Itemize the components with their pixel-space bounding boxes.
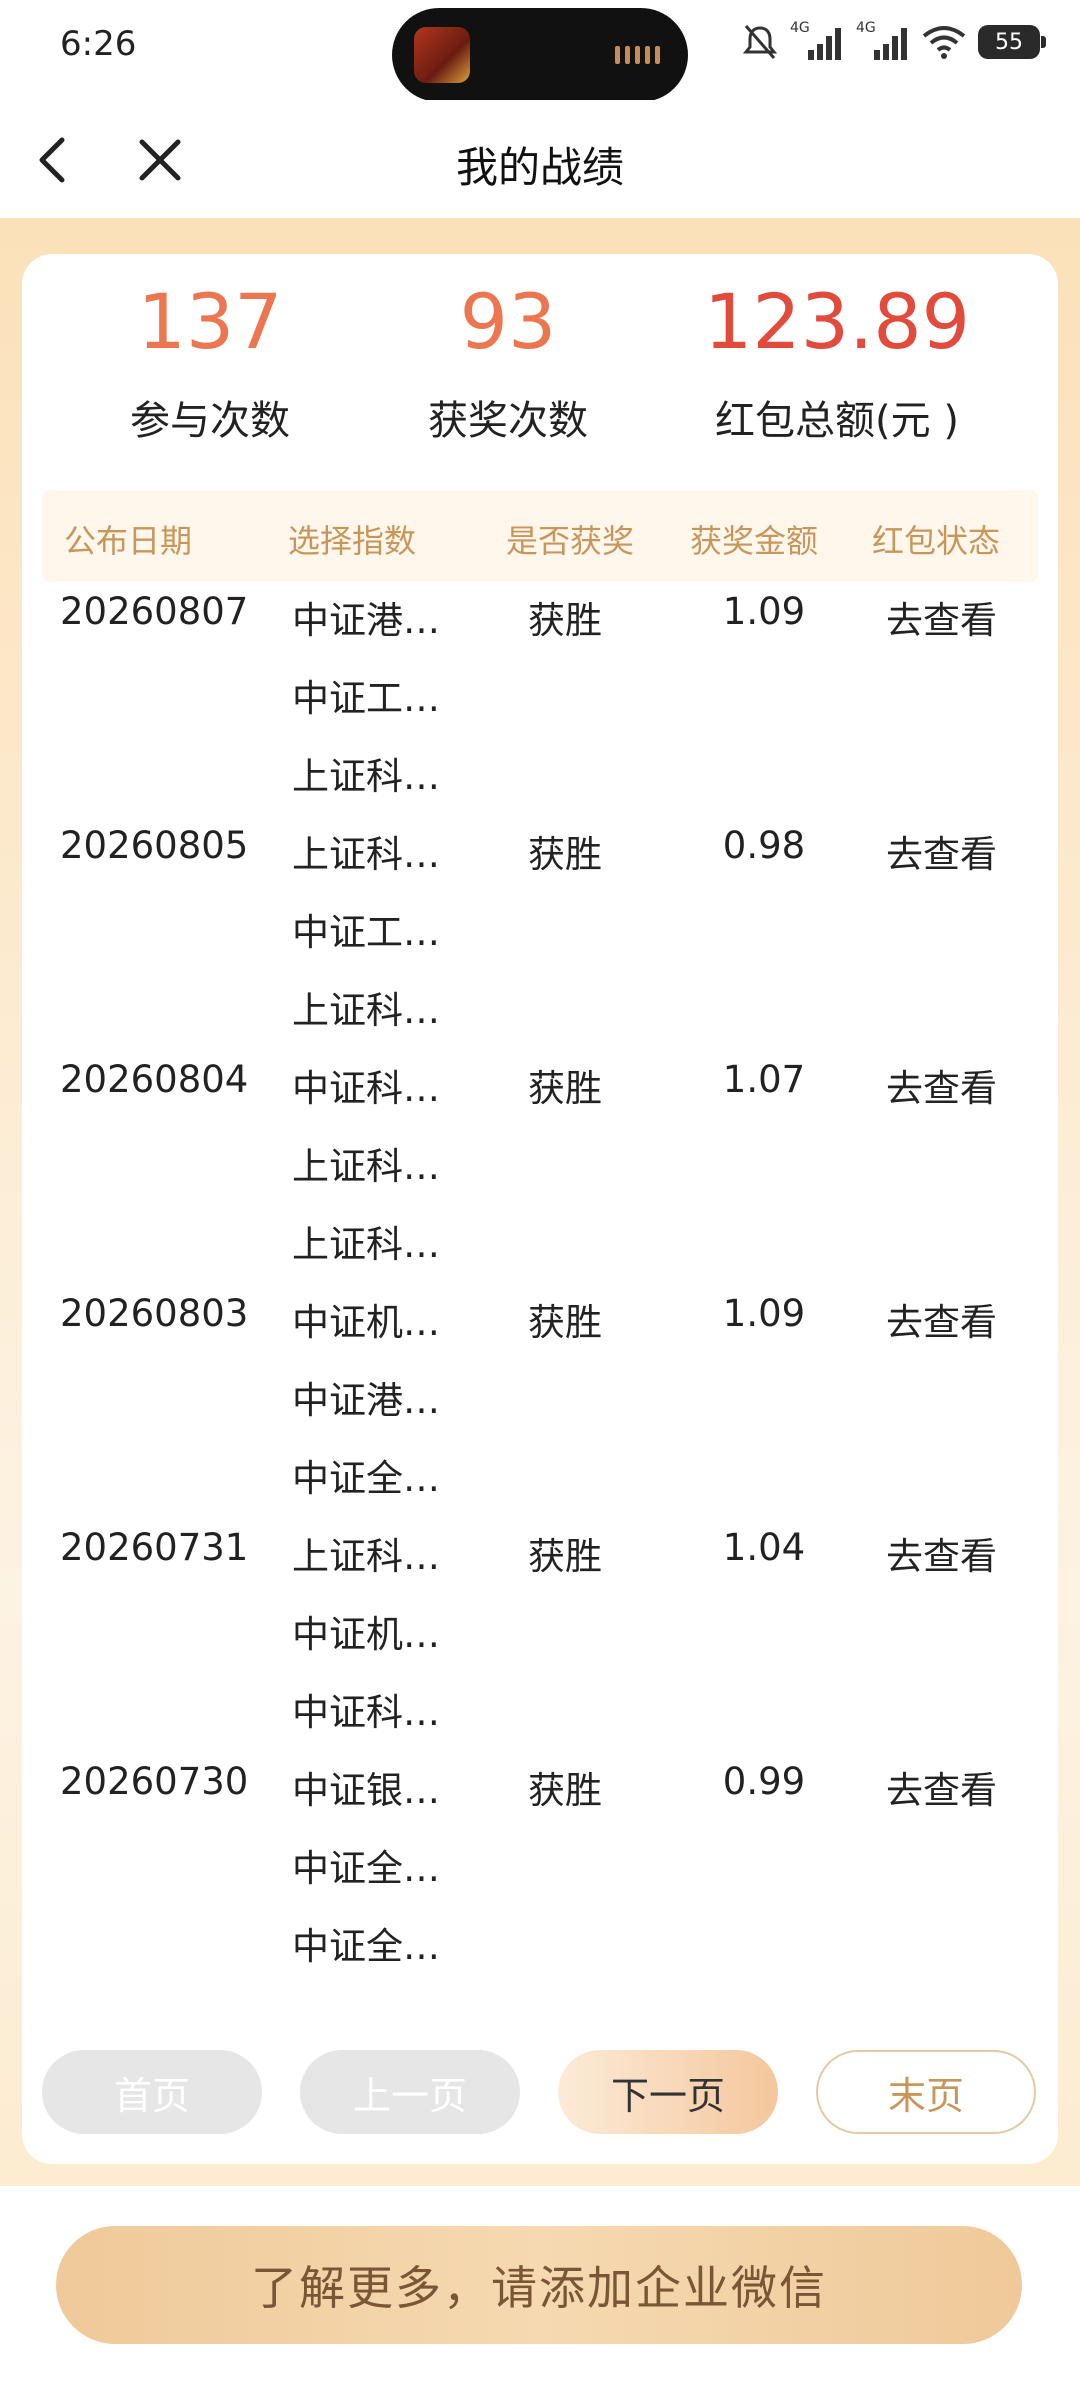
stat-label: 参与次数 — [130, 398, 290, 444]
cell-amount: 1.07 — [722, 1058, 806, 1101]
media-thumbnail — [414, 27, 470, 83]
cell-index-name: 中证工… — [292, 911, 440, 954]
cell-won: 获胜 — [528, 1769, 602, 1812]
stat-wins: 93 获奖次数 — [378, 284, 638, 446]
record-card: 137 参与次数 93 获奖次数 123.89 红包总额(元 ) 公布日期 选择… — [22, 254, 1058, 2164]
status-bar: 6:26 4G 4G 55 — [0, 0, 1080, 102]
cell-index-name: 中证全… — [292, 1457, 440, 1500]
header-amount: 获奖金额 — [690, 522, 819, 560]
cell-amount: 1.04 — [722, 1526, 806, 1569]
cell-date: 20260803 — [60, 1292, 249, 1335]
first-page-button[interactable]: 首页 — [42, 2050, 262, 2134]
header-date: 公布日期 — [64, 522, 193, 560]
cell-index-name: 中证全… — [292, 1847, 440, 1890]
wifi-icon — [922, 26, 966, 59]
battery-level: 55 — [995, 29, 1023, 55]
stat-value: 137 — [137, 277, 283, 366]
header-status: 红包状态 — [872, 522, 1001, 560]
stat-value: 93 — [459, 277, 557, 366]
cell-index-name: 中证工… — [292, 677, 440, 720]
cell-amount: 1.09 — [722, 590, 806, 633]
view-redpacket-link[interactable]: 去查看 — [886, 1760, 997, 1814]
view-redpacket-link[interactable]: 去查看 — [886, 1058, 997, 1112]
cell-index-name: 中证银… — [292, 1769, 440, 1812]
cell-index-name: 中证全… — [292, 1925, 440, 1968]
signal-4g-icon-1: 4G — [790, 20, 844, 62]
stat-total-redpacket: 123.89 红包总额(元 ) — [682, 284, 992, 446]
cell-won: 获胜 — [528, 1535, 602, 1578]
page-title: 我的战绩 — [455, 143, 624, 192]
stat-label: 红包总额(元 ) — [715, 398, 959, 444]
audio-wave-icon — [615, 46, 660, 64]
view-redpacket-link[interactable]: 去查看 — [886, 590, 997, 644]
cell-index-name: 中证港… — [292, 599, 440, 642]
dynamic-island[interactable] — [392, 8, 688, 102]
cell-won: 获胜 — [528, 599, 602, 642]
stat-participation: 137 参与次数 — [80, 284, 340, 446]
status-time: 6:26 — [60, 24, 137, 64]
status-icons: 4G 4G 55 — [742, 20, 1046, 62]
cell-date: 20260731 — [60, 1526, 249, 1569]
table-row: 20260803 上证科… 中证机… 中证港… 获胜 1.09 去查看 — [22, 1198, 1058, 1432]
stat-value: 123.89 — [704, 277, 970, 366]
table-row: 中证全… — [22, 1900, 1058, 1997]
prev-page-button[interactable]: 上一页 — [300, 2050, 520, 2134]
cell-won: 获胜 — [528, 1067, 602, 1110]
table-row: 20260731 中证全… 上证科… 中证机… 获胜 1.04 去查看 — [22, 1432, 1058, 1666]
stats-summary: 137 参与次数 93 获奖次数 123.89 红包总额(元 ) — [22, 284, 1058, 446]
table-header: 公布日期 选择指数 是否获奖 获奖金额 红包状态 — [42, 490, 1038, 582]
cell-amount: 0.98 — [722, 824, 806, 867]
cell-date: 20260807 — [60, 590, 249, 633]
mute-icon — [742, 25, 778, 59]
cell-amount: 0.99 — [722, 1760, 806, 1803]
cell-index-name: 上证科… — [292, 1535, 440, 1578]
cell-index-name: 上证科… — [292, 1223, 440, 1266]
table-row: 20260805 上证科… 上证科… 中证工… 获胜 0.98 去查看 — [22, 730, 1058, 964]
table-row: 20260807中证科…中证港…中证工…获胜1.09去查看 — [22, 584, 1058, 730]
table-body[interactable]: 20260807 中证科… 中证港… 中证工… 获胜 1.09 去查看 20260805 上证科… — [22, 584, 1058, 1997]
cell-index-name: 上证科… — [292, 755, 440, 798]
cell-date: 20260804 — [60, 1058, 249, 1101]
next-page-button[interactable]: 下一页 — [558, 2050, 778, 2134]
view-redpacket-link[interactable]: 去查看 — [886, 824, 997, 878]
cell-date: 20260730 — [60, 1760, 249, 1803]
cell-index-name: 上证科… — [292, 833, 440, 876]
cell-date: 20260805 — [60, 824, 249, 867]
cell-index-name: 中证科… — [292, 1067, 440, 1110]
cell-won: 获胜 — [528, 1301, 602, 1344]
signal-4g-icon-2: 4G — [856, 20, 910, 62]
pagination: 首页 上一页 下一页 末页 — [22, 2050, 1058, 2136]
view-redpacket-link[interactable]: 去查看 — [886, 1292, 997, 1346]
last-page-button[interactable]: 末页 — [816, 2050, 1036, 2134]
battery-icon: 55 — [978, 25, 1046, 59]
table-row: 20260730 中证科… 中证银… 中证全… 获胜 0.99 去查看 — [22, 1666, 1058, 1900]
cell-index-name: 上证科… — [292, 989, 440, 1032]
view-redpacket-link[interactable]: 去查看 — [886, 1526, 997, 1580]
header-index: 选择指数 — [288, 522, 417, 560]
cell-index-name: 上证科… — [292, 1145, 440, 1188]
cell-amount: 1.09 — [722, 1292, 806, 1335]
cell-index-name: 中证科… — [292, 1691, 440, 1734]
table-row: 20260804 上证科… 中证科… 上证科… 获胜 1.07 去查看 — [22, 964, 1058, 1198]
header-won: 是否获奖 — [506, 522, 635, 560]
nav-bar: 我的战绩 — [0, 100, 1080, 218]
cell-index-name: 中证港… — [292, 1379, 440, 1422]
cell-index-name: 中证机… — [292, 1301, 440, 1344]
cell-won: 获胜 — [528, 833, 602, 876]
contact-wechat-button[interactable]: 了解更多，请添加企业微信 — [56, 2226, 1022, 2344]
cell-index-name: 中证机… — [292, 1613, 440, 1656]
stat-label: 获奖次数 — [428, 398, 588, 444]
